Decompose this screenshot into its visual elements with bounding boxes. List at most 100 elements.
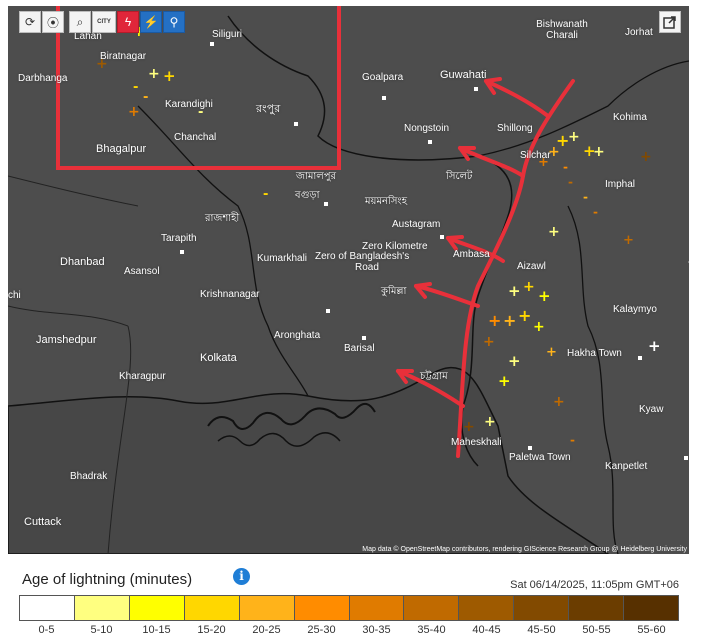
legend-swatch bbox=[349, 596, 405, 620]
legend-range-label: 10-15 bbox=[142, 624, 171, 636]
legend-range-label: 0-5 bbox=[38, 624, 55, 636]
legend-range-label: 55-60 bbox=[637, 624, 666, 636]
svg-text:+: + bbox=[593, 144, 605, 160]
svg-text:+: + bbox=[503, 311, 516, 330]
place-label: Paletwa Town bbox=[509, 452, 571, 463]
place-label: Kharagpur bbox=[119, 371, 166, 382]
place-label: Kolkata bbox=[200, 352, 237, 364]
lightning-toggle-button[interactable]: ϟ bbox=[117, 11, 139, 33]
svg-text:-: - bbox=[570, 433, 575, 447]
legend-swatch bbox=[20, 596, 75, 620]
place-label: Maheskhali bbox=[451, 437, 502, 448]
city-dot bbox=[382, 96, 386, 100]
city-dot bbox=[294, 122, 298, 126]
place-label: Kalaymyo bbox=[613, 304, 657, 315]
place-label: Bhadrak bbox=[70, 471, 108, 482]
svg-text:+: + bbox=[498, 372, 511, 390]
zoom-icon: ⌕ bbox=[76, 14, 84, 29]
info-icon[interactable]: i bbox=[233, 568, 250, 585]
city-toggle-button[interactable]: CITY bbox=[92, 11, 116, 33]
place-label: Bhagalpur bbox=[96, 143, 147, 155]
svg-text:+: + bbox=[148, 66, 160, 82]
place-label: chi bbox=[8, 290, 21, 301]
legend-swatch bbox=[514, 596, 570, 620]
place-label: Dhanbad bbox=[60, 256, 105, 268]
legend-title: Age of lightning (minutes) bbox=[22, 571, 193, 588]
lightning-icon: ϟ bbox=[124, 15, 132, 29]
legend-swatch bbox=[459, 596, 515, 620]
place-label: Aizawl bbox=[517, 261, 546, 272]
city-dot bbox=[528, 446, 532, 450]
svg-text:-: - bbox=[593, 205, 598, 219]
legend-swatch bbox=[74, 596, 130, 620]
svg-text:+: + bbox=[508, 352, 521, 370]
legend-range-label: 30-35 bbox=[362, 624, 391, 636]
place-label: Cuttack bbox=[24, 516, 62, 528]
place-label: কুমিল্লা bbox=[381, 286, 407, 297]
svg-text:+: + bbox=[484, 414, 496, 430]
place-label: সিলেট bbox=[446, 171, 473, 182]
legend-range-label: 25-30 bbox=[307, 624, 336, 636]
place-label: Darbhanga bbox=[18, 73, 68, 84]
legend-range-label: 20-25 bbox=[252, 624, 281, 636]
weather-station-icon: ⚡ bbox=[143, 15, 159, 29]
place-label: Shillong bbox=[497, 123, 533, 134]
map-base-layer: + + + + + + + - - - - + + + + + + + + + … bbox=[8, 6, 689, 554]
place-label: Road bbox=[355, 262, 379, 273]
place-label: Jorhat bbox=[625, 27, 653, 38]
place-label: Barisal bbox=[344, 343, 375, 354]
city-dot bbox=[362, 336, 366, 340]
legend-color-bar bbox=[19, 595, 679, 621]
place-label: ময়মনসিংহ bbox=[365, 196, 407, 207]
place-label: Siliguri bbox=[212, 29, 243, 40]
city-dot bbox=[180, 250, 184, 254]
place-label: Guwahati bbox=[440, 69, 487, 81]
legend-swatch bbox=[624, 596, 679, 620]
place-label: চট্টগ্রাম bbox=[420, 371, 448, 382]
legend-swatch bbox=[569, 596, 625, 620]
city-dot bbox=[324, 202, 328, 206]
svg-text:+: + bbox=[640, 149, 652, 165]
legend-range-label: 50-55 bbox=[582, 624, 611, 636]
place-label: Asansol bbox=[124, 266, 160, 277]
place-label: Imphal bbox=[605, 179, 636, 190]
city-dot bbox=[684, 456, 688, 460]
legend-swatch bbox=[294, 596, 350, 620]
locate-button[interactable]: ⦿ bbox=[42, 11, 64, 33]
svg-text:+: + bbox=[508, 282, 521, 300]
svg-text:+: + bbox=[568, 129, 580, 145]
place-label: Nongstoin bbox=[404, 123, 450, 134]
place-label: Chanchal bbox=[174, 132, 217, 143]
svg-text:+: + bbox=[623, 233, 634, 248]
svg-text:+: + bbox=[128, 104, 140, 120]
place-label: Austagram bbox=[392, 219, 441, 230]
lightning-map[interactable]: + + + + + + + - - - - + + + + + + + + + … bbox=[8, 6, 689, 554]
place-label: Krishnanagar bbox=[200, 289, 260, 300]
place-label: Aronghata bbox=[274, 330, 321, 341]
place-label: Bishwanath Charali bbox=[536, 19, 588, 41]
satellite-toggle-button[interactable]: ⚲ bbox=[163, 11, 185, 33]
map-toolbar: ⟳ ⦿ ⌕ CITY ϟ ⚡ ⚲ bbox=[19, 11, 186, 33]
legend-timestamp: Sat 06/14/2025, 11:05pm GMT+06 bbox=[510, 579, 679, 591]
city-label: CITY bbox=[97, 18, 111, 25]
place-label: Silchar bbox=[520, 150, 551, 161]
refresh-icon: ⟳ bbox=[24, 15, 36, 29]
place-label: Goalpara bbox=[362, 72, 404, 83]
station-toggle-button[interactable]: ⚡ bbox=[140, 11, 162, 33]
share-button[interactable] bbox=[659, 11, 681, 33]
svg-text:+: + bbox=[488, 311, 501, 330]
city-dot bbox=[428, 140, 432, 144]
city-dot bbox=[440, 235, 444, 239]
legend-swatch bbox=[129, 596, 185, 620]
zoom-button[interactable]: ⌕ bbox=[69, 11, 91, 33]
svg-text:+: + bbox=[538, 287, 551, 305]
place-label: Hakha Town bbox=[567, 348, 622, 359]
share-icon bbox=[663, 16, 676, 29]
city-dot bbox=[210, 42, 214, 46]
place-label: Tarapith bbox=[161, 233, 197, 244]
place-label: Kumarkhali bbox=[257, 253, 308, 264]
legend-swatch bbox=[184, 596, 240, 620]
place-label: Kyaw bbox=[639, 404, 664, 415]
refresh-button[interactable]: ⟳ bbox=[19, 11, 41, 33]
place-label: Kanpetlet bbox=[605, 461, 648, 472]
